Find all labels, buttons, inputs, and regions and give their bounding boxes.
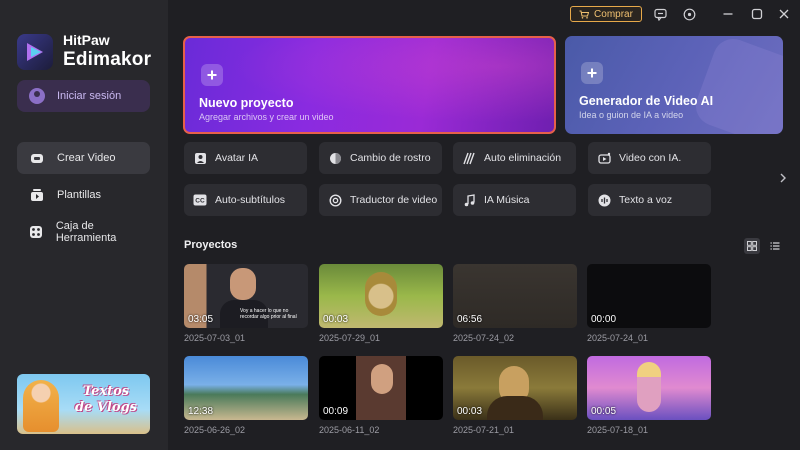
- tool-label: Auto eliminación: [484, 152, 562, 164]
- login-label: Iniciar sesión: [57, 90, 122, 102]
- thumbnail-image: [637, 362, 661, 412]
- buy-button[interactable]: Comprar: [570, 6, 642, 22]
- cart-icon: [579, 10, 590, 19]
- tool-ai-video[interactable]: Video con IA.: [588, 142, 711, 174]
- sidebar-item-label: Crear Video: [57, 152, 116, 164]
- tool-label: Texto a voz: [619, 194, 673, 206]
- project-date: 2025-07-24_02: [453, 333, 515, 343]
- sidebar-item-label: Plantillas: [57, 189, 102, 201]
- new-project-title: Nuevo proyecto: [199, 96, 294, 110]
- tool-face-swap[interactable]: Cambio de rostro: [319, 142, 442, 174]
- project-duration: 12:38: [188, 406, 214, 417]
- thumbnail-caption: Voy a hacer lo que no recordar algo prio…: [240, 308, 297, 320]
- promo-text-line1: Textos: [82, 384, 130, 399]
- tool-label: Avatar IA: [215, 152, 258, 164]
- maximize-icon[interactable]: [749, 6, 765, 22]
- project-thumbnail[interactable]: 00:05: [587, 356, 711, 420]
- promo-text: Textos de Vlogs: [65, 384, 147, 416]
- tool-video-translator[interactable]: Traductor de video: [319, 184, 442, 216]
- list-view-icon[interactable]: [767, 238, 783, 254]
- project-duration: 03:05: [188, 314, 214, 325]
- tool-auto-remove[interactable]: Auto eliminación: [453, 142, 576, 174]
- projects-section-title: Proyectos: [184, 239, 238, 251]
- sidebar-item-label: Caja de Herramienta: [55, 220, 117, 244]
- tool-label: Video con IA.: [619, 152, 682, 164]
- promo-character-image: [23, 380, 59, 432]
- ai-video-icon: [597, 151, 611, 165]
- tool-ai-music[interactable]: IA Música: [453, 184, 576, 216]
- sidebar: HitPaw Edimakor Iniciar sesión Crear Vid…: [0, 0, 168, 450]
- cc-icon: CC: [193, 193, 207, 207]
- project-date: 2025-06-11_02: [319, 425, 380, 435]
- auto-remove-icon: [462, 151, 476, 165]
- grid-view-icon[interactable]: [744, 238, 760, 254]
- new-project-subtitle: Agregar archivos y crear un video: [199, 112, 334, 122]
- login-button[interactable]: Iniciar sesión: [17, 80, 150, 112]
- chevron-right-icon[interactable]: [776, 171, 790, 185]
- svg-text:CC: CC: [195, 198, 205, 205]
- project-date: 2025-07-29_01: [319, 333, 381, 343]
- project-duration: 06:56: [457, 314, 483, 325]
- ai-video-generator-card[interactable]: Generador de Video AI Idea o guion de IA…: [565, 36, 783, 134]
- project-thumbnail[interactable]: 00:03: [319, 264, 443, 328]
- project-thumbnail[interactable]: 06:56: [453, 264, 577, 328]
- sidebar-item-create-video[interactable]: Crear Video: [17, 142, 150, 174]
- tool-label: Auto-subtítulos: [215, 194, 286, 206]
- project-date: 2025-07-03_01: [184, 333, 246, 343]
- user-avatar-icon: [29, 88, 45, 104]
- promo-text-line2: de Vlogs: [75, 400, 137, 415]
- project-date: 2025-06-26_02: [184, 425, 246, 435]
- project-thumbnail[interactable]: 00:09: [319, 356, 443, 420]
- thumbnail-image: [365, 272, 397, 316]
- buy-label: Comprar: [594, 8, 633, 20]
- project-date: 2025-07-18_01: [587, 425, 649, 435]
- tool-text-to-speech[interactable]: Texto a voz: [588, 184, 711, 216]
- thumbnail-image-part: [487, 396, 543, 420]
- project-date: 2025-07-24_01: [587, 333, 649, 343]
- close-icon[interactable]: [776, 6, 792, 22]
- thumbnail-image: [371, 364, 393, 394]
- new-project-card[interactable]: Nuevo proyecto Agregar archivos y crear …: [183, 36, 556, 134]
- tool-label: Cambio de rostro: [350, 152, 431, 164]
- project-thumbnail[interactable]: 00:00: [587, 264, 711, 328]
- promo-banner[interactable]: Textos de Vlogs: [17, 374, 150, 434]
- project-date: 2025-07-21_01: [453, 425, 515, 435]
- project-duration: 00:03: [323, 314, 349, 325]
- avatar-icon: [193, 151, 207, 165]
- ai-video-generator-title: Generador de Video AI: [579, 94, 714, 108]
- plus-icon: [581, 62, 603, 84]
- project-thumbnail[interactable]: 00:03: [453, 356, 577, 420]
- settings-icon[interactable]: [681, 6, 697, 22]
- feedback-icon[interactable]: [652, 6, 668, 22]
- edimakor-logo-icon: [27, 43, 43, 61]
- tool-auto-subtitles[interactable]: CC Auto-subtítulos: [184, 184, 307, 216]
- project-thumbnail[interactable]: 12:38: [184, 356, 308, 420]
- thumbnail-image: [230, 268, 256, 300]
- tool-avatar-ia[interactable]: Avatar IA: [184, 142, 307, 174]
- brand-name-line1: HitPaw: [63, 32, 110, 48]
- create-video-icon: [29, 150, 45, 166]
- tool-label: Traductor de video: [350, 194, 438, 206]
- brand-name-line2: Edimakor: [63, 49, 152, 70]
- project-duration: 00:00: [591, 314, 617, 325]
- sidebar-item-toolbox[interactable]: Caja de Herramienta: [17, 216, 150, 248]
- translate-icon: [328, 193, 342, 207]
- templates-icon: [29, 187, 45, 203]
- project-duration: 00:05: [591, 406, 617, 417]
- music-icon: [462, 193, 476, 207]
- project-duration: 00:09: [323, 406, 349, 417]
- plus-icon: [201, 64, 223, 86]
- tool-label: IA Música: [484, 194, 530, 206]
- minimize-icon[interactable]: [720, 6, 736, 22]
- app-logo: [17, 34, 53, 70]
- sidebar-item-templates[interactable]: Plantillas: [17, 179, 150, 211]
- project-duration: 00:03: [457, 406, 483, 417]
- toolbox-icon: [29, 224, 44, 240]
- text-to-speech-icon: [597, 193, 611, 207]
- ai-video-generator-subtitle: Idea o guion de IA a video: [579, 110, 684, 120]
- face-swap-icon: [328, 151, 342, 165]
- project-thumbnail[interactable]: Voy a hacer lo que no recordar algo prio…: [184, 264, 308, 328]
